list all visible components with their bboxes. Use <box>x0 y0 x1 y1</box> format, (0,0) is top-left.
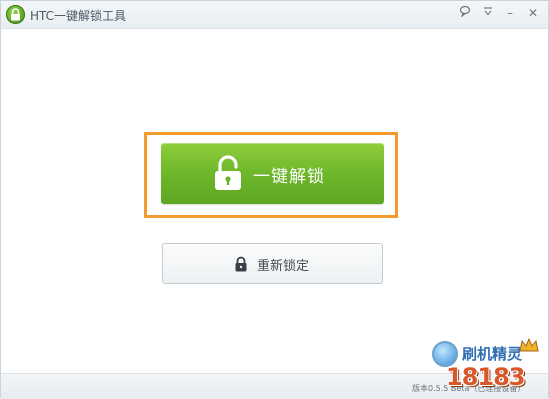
padlock-icon <box>235 256 247 272</box>
site-watermark: 刷机精灵 18183 <box>432 337 549 399</box>
speech-bubble-icon <box>459 5 471 18</box>
app-lock-icon <box>6 5 25 24</box>
title-bar[interactable]: HTC一键解锁工具 – ✕ <box>1 1 548 29</box>
one-click-unlock-button[interactable]: 一键解锁 <box>161 143 384 204</box>
relock-button[interactable]: 重新锁定 <box>162 243 383 284</box>
app-window: HTC一键解锁工具 – ✕ 一键解锁 重新锁定 版本0.5.5 Beta（已连接… <box>0 0 549 399</box>
close-button[interactable]: ✕ <box>524 4 542 22</box>
feedback-button[interactable] <box>456 4 474 22</box>
watermark-site-text: 刷机精灵 <box>462 345 523 363</box>
window-title: HTC一键解锁工具 <box>30 9 127 23</box>
relock-button-label: 重新锁定 <box>257 259 310 274</box>
unlock-padlock-icon <box>215 155 241 190</box>
menu-icon <box>484 7 492 16</box>
menu-button[interactable] <box>479 4 497 22</box>
unlock-button-label: 一键解锁 <box>253 167 325 187</box>
watermark-logo-text: 18183 <box>446 363 525 391</box>
minimize-button[interactable]: – <box>501 4 519 22</box>
crown-icon <box>519 337 539 352</box>
